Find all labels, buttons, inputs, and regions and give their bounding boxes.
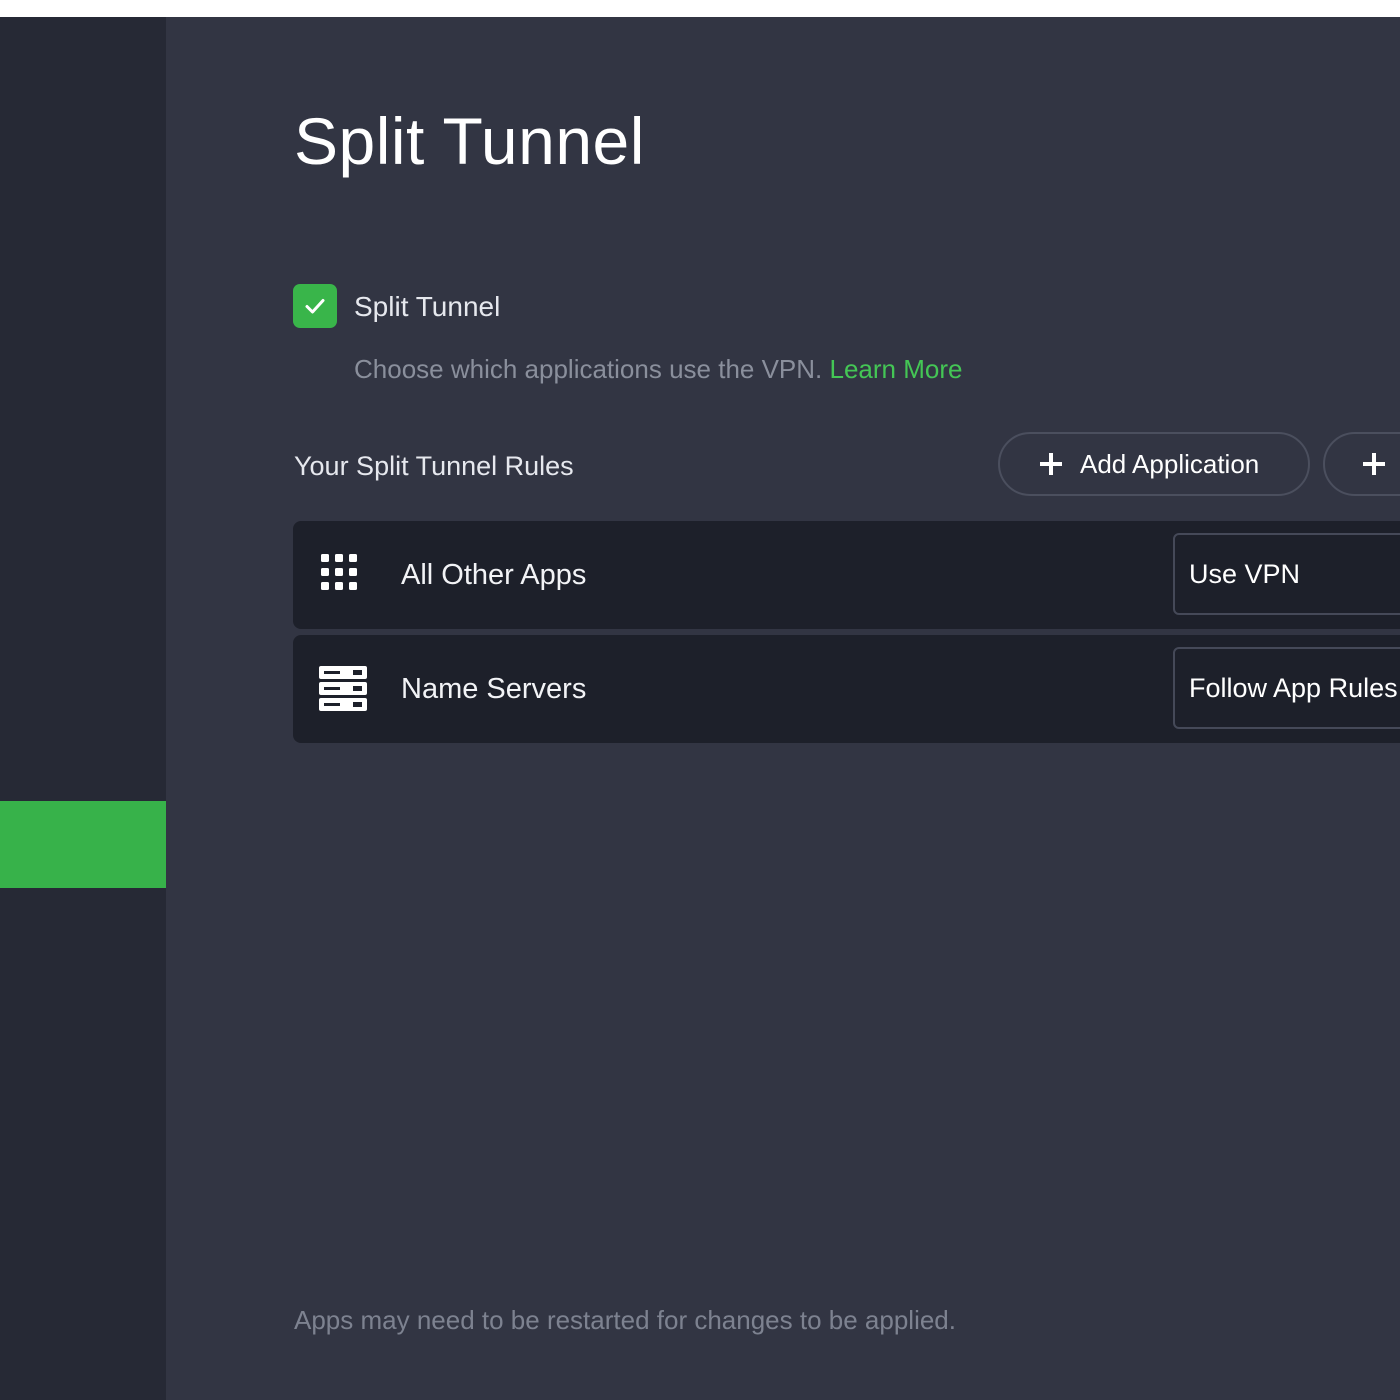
rules-heading: Your Split Tunnel Rules (294, 451, 574, 481)
split-tunnel-checkbox[interactable] (293, 284, 337, 328)
sidebar (0, 17, 166, 1400)
top-window-strip (0, 0, 1400, 17)
app-window: Split Tunnel Split Tunnel Choose which a… (0, 17, 1400, 1400)
checkmark-icon (305, 299, 325, 314)
add-application-label: Add Application (1080, 448, 1260, 479)
rule-select-follow-app-rules[interactable]: Follow App Rules (1173, 647, 1400, 729)
description-text: Choose which applications use the VPN. (354, 354, 823, 384)
sidebar-active-item[interactable] (0, 801, 166, 888)
plus-icon (1363, 453, 1385, 475)
add-application-button[interactable]: Add Application (998, 432, 1310, 496)
rule-label: All Other Apps (401, 559, 587, 591)
add-rule-button[interactable] (1323, 432, 1400, 496)
page-title: Split Tunnel (294, 104, 645, 178)
grid-apps-icon (321, 554, 357, 590)
server-rack-icon (319, 666, 367, 711)
rule-row-name-servers: Name Servers Follow App Rules (293, 635, 1400, 743)
split-tunnel-label: Split Tunnel (354, 291, 501, 322)
plus-icon (1040, 453, 1062, 475)
split-tunnel-description: Choose which applications use the VPN. L… (354, 354, 962, 385)
settings-panel: Split Tunnel Split Tunnel Choose which a… (166, 17, 1400, 1400)
rule-select-use-vpn[interactable]: Use VPN (1173, 533, 1400, 615)
restart-footnote: Apps may need to be restarted for change… (294, 1305, 956, 1335)
rule-label: Name Servers (401, 673, 587, 705)
learn-more-link[interactable]: Learn More (830, 354, 963, 384)
rule-row-all-other-apps: All Other Apps Use VPN (293, 521, 1400, 629)
